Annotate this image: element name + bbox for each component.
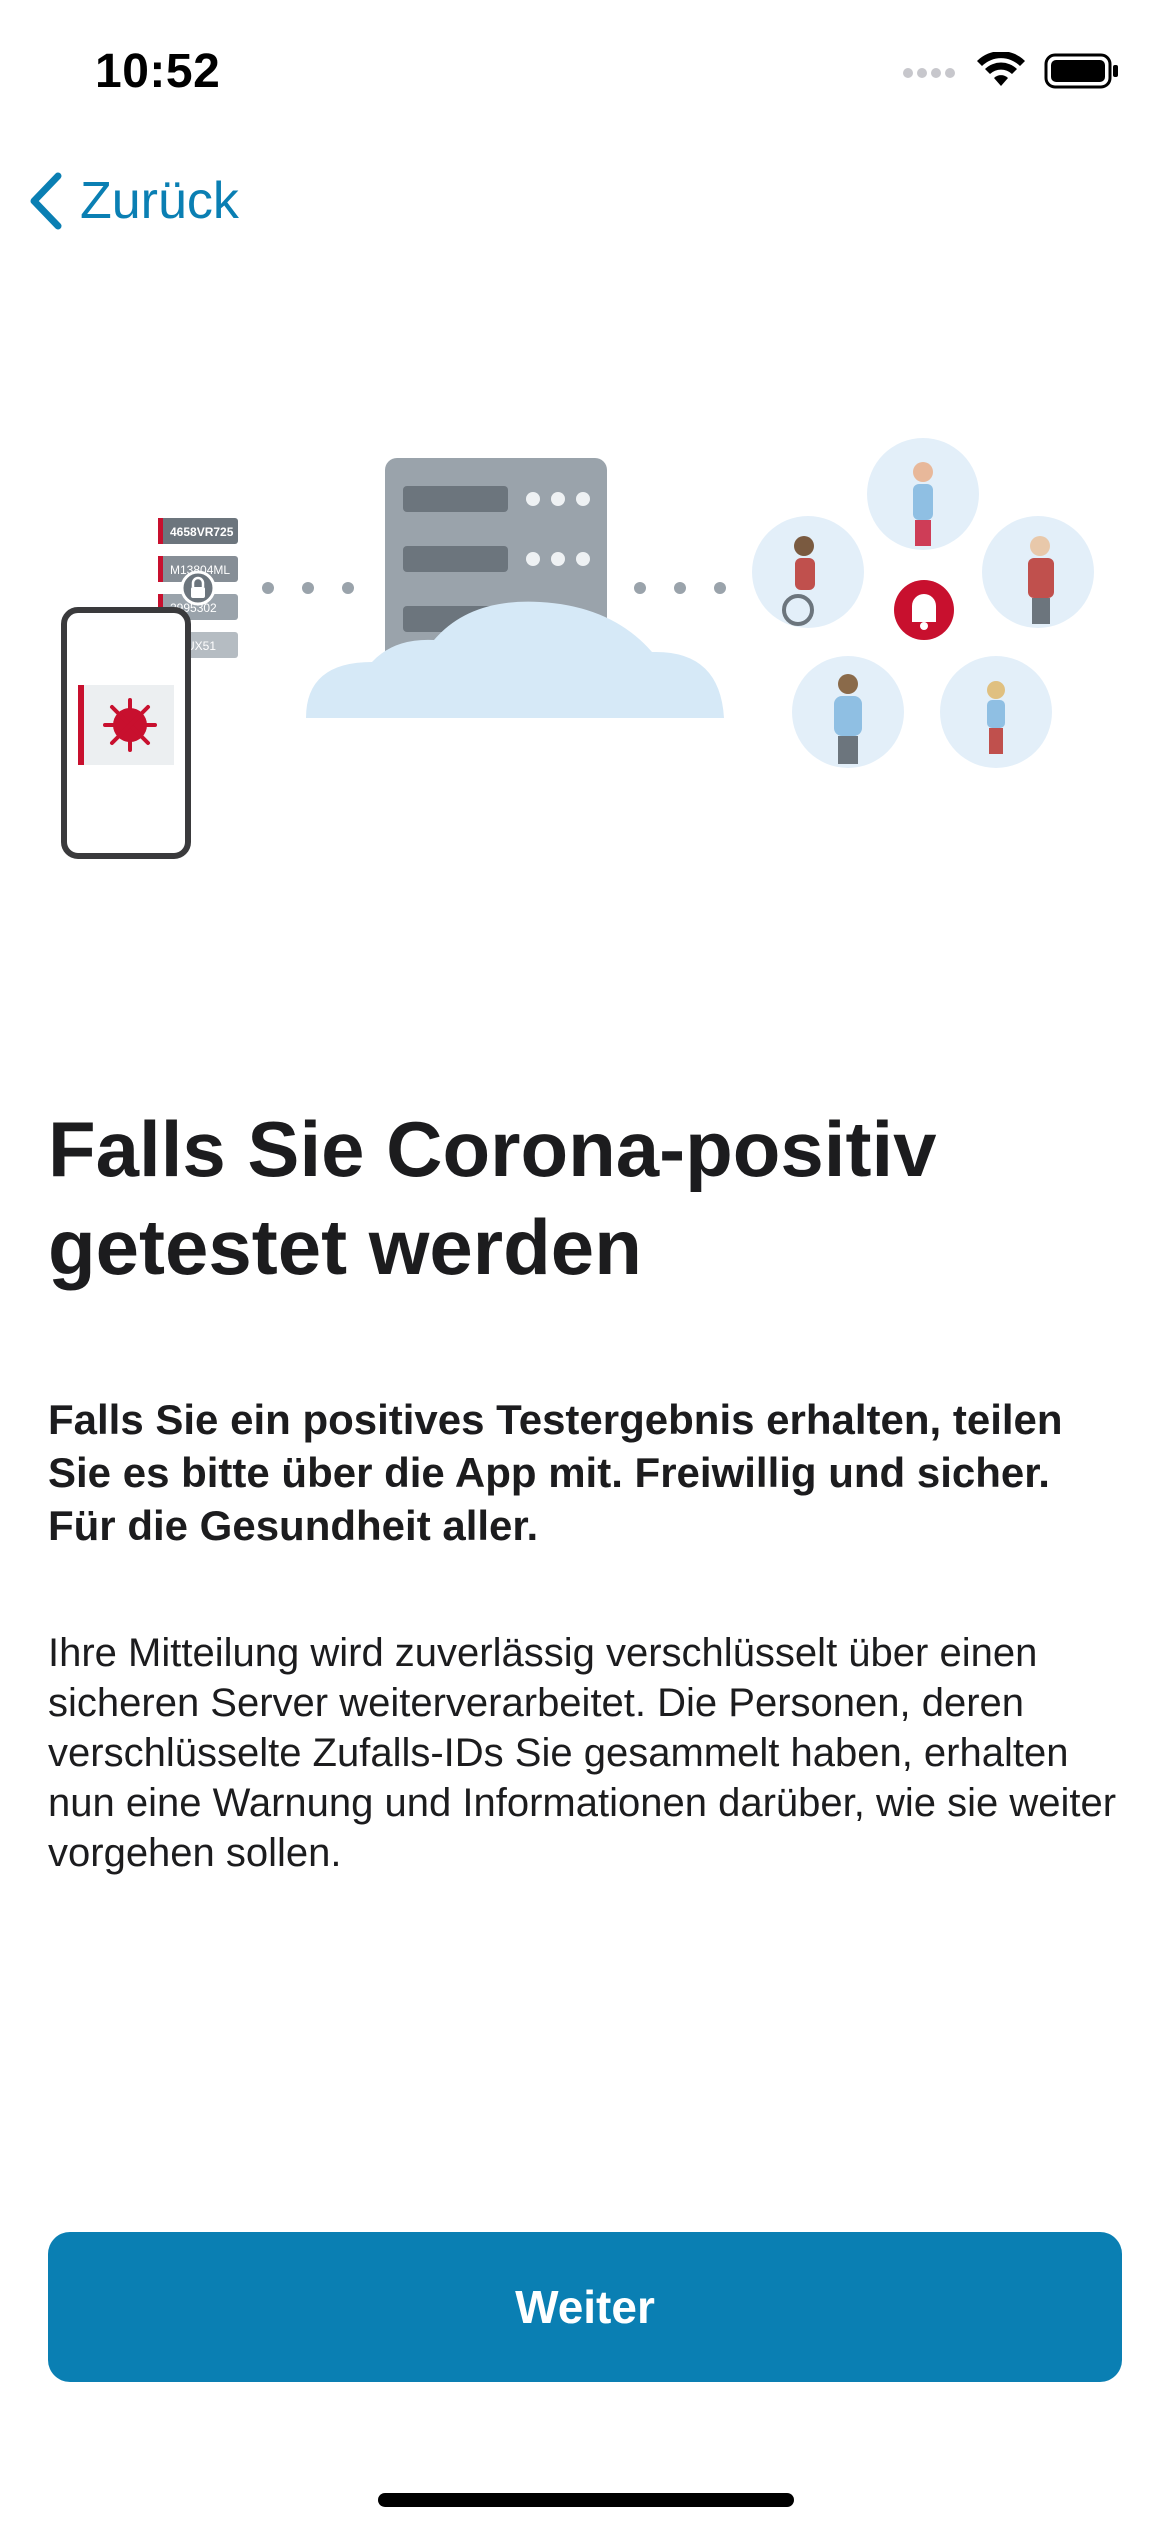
signal-icon [903,68,955,78]
battery-icon [1044,53,1118,89]
id-tag: 4658VR725 [170,525,234,539]
hero-illustration: 4658VR725 M13804ML 2995302 8GUX51 [61,438,1094,859]
people-group [752,438,1094,768]
cloud-server [306,458,724,718]
lock-icon [180,570,216,606]
back-label: Zurück [80,172,239,230]
nav-bar: Zurück [0,160,1170,256]
status-icons [902,52,1120,90]
connector-dots [634,582,726,594]
chevron-left-icon [30,172,62,230]
connector-dots [262,582,354,594]
virus-icon [103,698,157,752]
status-bar: 10:52 [0,0,1170,140]
lead-paragraph: Falls Sie ein positives Testergebnis erh… [48,1396,1063,1549]
status-time: 10:52 [95,45,221,98]
body-paragraph: Ihre Mitteilung wird zuverlässig verschl… [48,1631,1117,1875]
page-title-line2: getestet werden [48,1203,642,1291]
home-indicator[interactable] [378,2493,794,2507]
continue-button[interactable]: Weiter [48,2232,1122,2382]
page-title-line1: Falls Sie Corona-positiv [48,1105,937,1193]
back-button[interactable]: Zurück [26,170,239,232]
bell-icon [912,594,936,622]
wifi-icon [977,52,1025,86]
page-title: Falls Sie Corona-positiv getestet werden [48,1100,1108,1296]
